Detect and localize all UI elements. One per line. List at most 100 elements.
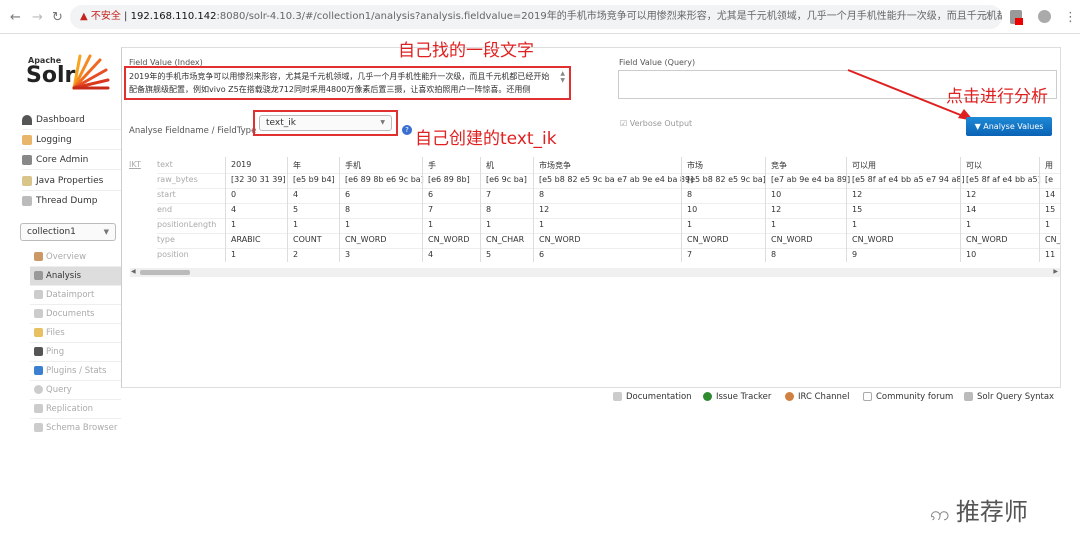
token-cell: [e6 9c ba]	[486, 175, 527, 184]
horizontal-scrollbar[interactable]: ◀ ▶	[130, 268, 1060, 277]
core-item-documents[interactable]: Documents	[30, 305, 121, 324]
token-cell: 8	[771, 250, 777, 259]
column-divider	[533, 157, 534, 262]
core-item-schema-browser[interactable]: Schema Browser	[30, 419, 121, 438]
ping-icon	[34, 347, 43, 356]
core-item-label: Documents	[46, 309, 95, 319]
token-cell: 7	[428, 205, 434, 214]
core-item-query[interactable]: Query	[30, 381, 121, 400]
row-label: position	[157, 250, 189, 259]
token-cell: [e6 89 8b e6 9c ba]	[345, 175, 424, 184]
syntax-icon	[964, 392, 973, 401]
core-item-label: Query	[46, 385, 72, 395]
column-divider	[765, 157, 766, 262]
token-cell: 6	[539, 250, 545, 259]
column-divider	[846, 157, 847, 262]
token-cell: 9	[852, 250, 858, 259]
footer-link-community-forum[interactable]: Community forum	[863, 392, 953, 402]
menu-icon[interactable]: ⋮	[1064, 10, 1077, 25]
wechat-icon: ဢ	[930, 501, 956, 525]
token-cell: 用	[1045, 161, 1053, 170]
token-cell: [e5 8f af e4 bb a5]	[966, 175, 1041, 184]
scrollbar-thumb[interactable]	[140, 270, 190, 275]
footer-link-label: Documentation	[626, 392, 692, 402]
footer-link-query-syntax[interactable]: Solr Query Syntax	[964, 392, 1054, 402]
core-item-label: Plugins / Stats	[46, 366, 107, 376]
scroll-left-icon[interactable]: ◀	[131, 268, 136, 275]
core-item-label: Files	[46, 328, 65, 338]
token-cell: 1	[231, 250, 237, 259]
schema-icon	[34, 423, 43, 432]
core-item-dataimport[interactable]: Dataimport	[30, 286, 121, 305]
token-cell: 机	[486, 161, 494, 170]
dataimport-icon	[34, 290, 43, 299]
token-cell: 1	[345, 220, 351, 229]
token-cell: [e5 b8 82 e5 9c ba e7 ab 9e e4 ba 89]	[539, 175, 694, 184]
token-cell: [e	[1045, 175, 1054, 184]
token-cell: 4	[231, 205, 237, 214]
token-cell: 手	[428, 161, 436, 170]
core-item-files[interactable]: Files	[30, 324, 121, 343]
token-cell: 14	[966, 205, 977, 214]
footer-link-documentation[interactable]: Documentation	[613, 392, 692, 402]
column-divider	[681, 157, 682, 262]
watermark: ဢ 推荐师	[930, 492, 1028, 530]
token-cell: 10	[966, 250, 977, 259]
core-item-ping[interactable]: Ping	[30, 343, 121, 362]
footer-link-label: Solr Query Syntax	[977, 392, 1055, 402]
token-cell: 4	[293, 190, 299, 199]
filter-icon	[34, 271, 43, 280]
token-cell: 8	[486, 205, 492, 214]
footer-link-irc[interactable]: IRC Channel	[785, 392, 850, 402]
row-divider	[157, 173, 1060, 174]
scroll-right-icon[interactable]: ▶	[1053, 268, 1058, 275]
row-label: end	[157, 205, 173, 214]
token-cell: CN_WORD	[1045, 235, 1060, 244]
token-cell: 1	[428, 220, 434, 229]
token-cell: 8	[687, 190, 693, 199]
row-divider	[157, 248, 1060, 249]
row-label: type	[157, 235, 175, 244]
documents-icon	[34, 309, 43, 318]
column-divider	[225, 157, 226, 262]
token-cell: [e5 8f af e4 bb a5 e7 94 a8]	[852, 175, 965, 184]
token-cell: ARABIC	[231, 235, 261, 244]
token-cell: 可以用	[852, 161, 876, 170]
token-cell: CN_WORD	[539, 235, 581, 244]
token-cell: [e6 89 8b]	[428, 175, 470, 184]
token-cell: 市场	[687, 161, 703, 170]
token-cell: CN_WORD	[771, 235, 813, 244]
core-item-label: Analysis	[46, 271, 82, 281]
token-cell: 10	[771, 190, 782, 199]
row-divider	[157, 203, 1060, 204]
footer-link-label: Community forum	[876, 392, 954, 402]
magnifier-icon	[34, 385, 43, 394]
row-label: text	[157, 160, 173, 169]
row-label: positionLength	[157, 220, 217, 229]
token-cell: CN_CHAR	[486, 235, 525, 244]
core-item-replication[interactable]: Replication	[30, 400, 121, 419]
token-cell: 7	[687, 250, 693, 259]
token-cell: COUNT	[293, 235, 322, 244]
footer-link-label: Issue Tracker	[716, 392, 772, 402]
replication-icon	[34, 404, 43, 413]
token-cell: CN_WORD	[966, 235, 1008, 244]
core-item-label: Ping	[46, 347, 65, 357]
token-cell: 7	[486, 190, 492, 199]
token-cell: 1	[539, 220, 545, 229]
token-cell: 4	[428, 250, 434, 259]
token-cell: 可以	[966, 161, 982, 170]
analysis-table: IKT text raw_bytes start end positionLength ty…	[0, 0, 1060, 270]
token-cell: 1	[771, 220, 777, 229]
column-divider	[422, 157, 423, 262]
row-divider	[157, 218, 1060, 219]
footer-link-label: IRC Channel	[798, 392, 850, 402]
row-label: raw_bytes	[157, 175, 198, 184]
token-cell: 0	[231, 190, 237, 199]
footer-link-issue-tracker[interactable]: Issue Tracker	[703, 392, 771, 402]
token-cell: 12	[539, 205, 550, 214]
token-cell: 1	[687, 220, 693, 229]
token-cell: 5	[486, 250, 492, 259]
core-item-plugins[interactable]: Plugins / Stats	[30, 362, 121, 381]
tokenizer-label: IKT	[129, 160, 141, 169]
